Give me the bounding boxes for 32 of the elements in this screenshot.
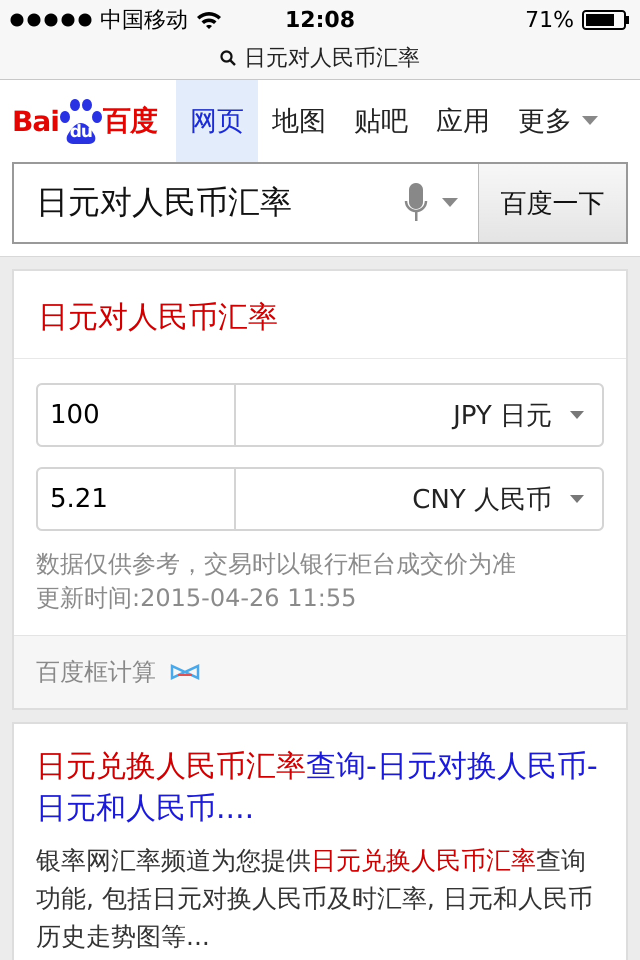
disclaimer-text: 数据仅供参考，交易时以银行柜台成交价为准 [36,549,517,580]
currency-dropdown[interactable]: CNY 人民币 [236,467,604,531]
carrier-name: 中国移动 [100,7,188,35]
logo[interactable]: Bai du 百度 [12,98,157,144]
nav-tab[interactable]: 更多 [504,80,612,162]
amount-field[interactable]: 100 [36,383,236,447]
caret-icon [570,411,584,419]
result-title-link[interactable]: 日元兑换人民币汇率查询-日元对换人民币-日元和人民币.... [36,746,604,830]
microphone-icon[interactable] [404,183,428,223]
wifi-icon [196,10,222,30]
signal-icon [10,13,92,27]
card-title: 日元对人民币汇率 [14,271,626,359]
caret-icon[interactable] [442,198,458,208]
nav-tab[interactable]: 网页 [176,80,258,162]
battery-icon [582,10,630,30]
battery-percent: 71% [525,8,574,32]
caret-icon [570,495,584,503]
footer-label: 百度框计算 [36,657,156,688]
caret-icon [582,116,598,126]
nav-tab[interactable]: 地图 [258,80,340,162]
search-button[interactable]: 百度一下 [478,164,626,242]
clock-time: 12:08 [284,8,356,32]
nav-tab[interactable]: 应用 [422,80,504,162]
bow-icon [170,664,200,680]
search-icon [220,50,236,66]
currency-dropdown[interactable]: JPY 日元 [236,383,604,447]
result-snippet: 银率网汇率频道为您提供日元兑换人民币汇率查询功能, 包括日元对换人民币及时汇率, 日元和人民币历史走势图等... [36,845,594,953]
amount-field[interactable]: 5.21 [36,467,236,531]
nav-tab[interactable]: 贴吧 [340,80,422,162]
update-time: 更新时间:2015-04-26 11:55 [36,583,358,614]
address-text[interactable]: 日元对人民币汇率 [244,43,420,73]
search-box[interactable]: 日元对人民币汇率 百度一下 [12,162,628,244]
